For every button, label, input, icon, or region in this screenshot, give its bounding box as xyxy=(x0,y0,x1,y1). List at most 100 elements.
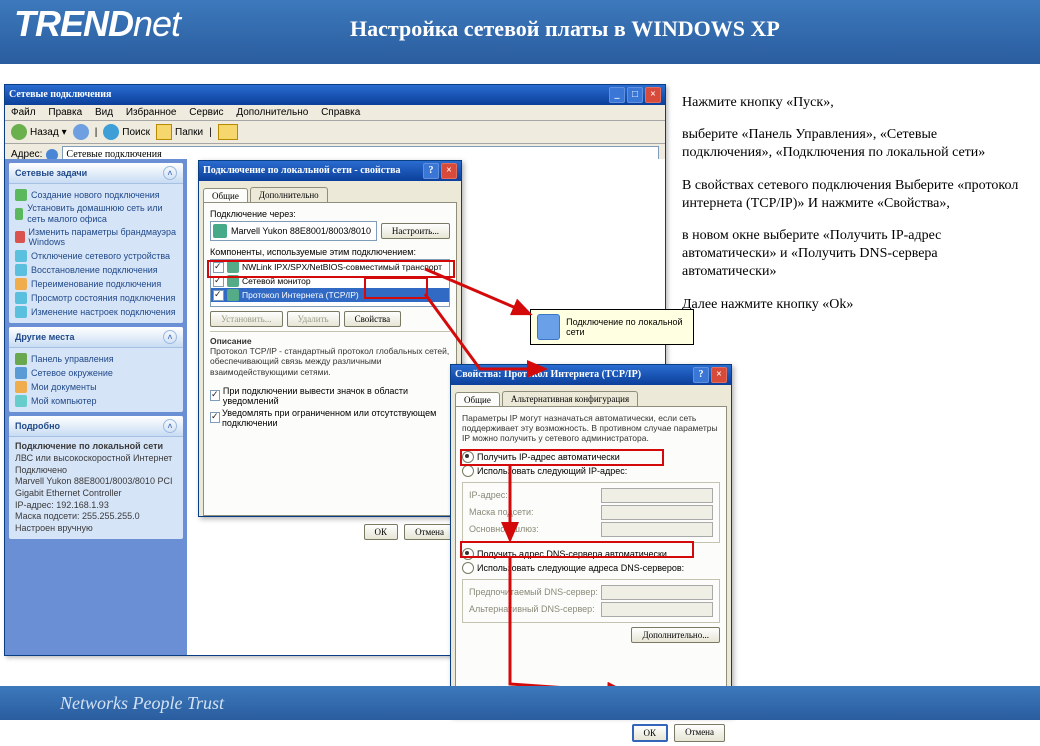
configure-button[interactable]: Настроить... xyxy=(381,223,450,239)
maximize-icon[interactable]: □ xyxy=(627,87,643,103)
manual-ip-radio[interactable]: Использовать следующий IP-адрес: xyxy=(462,464,720,478)
ok-button[interactable]: ОК xyxy=(632,724,669,742)
proto-icon xyxy=(227,275,239,287)
task-label: Изменить параметры брандмауэра Windows xyxy=(29,227,177,249)
menu-item[interactable]: Избранное xyxy=(126,107,177,118)
properties-button[interactable]: Свойства xyxy=(344,311,402,327)
task-link[interactable]: Отключение сетевого устройства xyxy=(15,249,177,263)
desc-text: Протокол TCP/IP - стандартный протокол г… xyxy=(210,346,450,377)
search-button[interactable]: Поиск xyxy=(103,124,150,140)
dialog-titlebar[interactable]: Свойства: Протокол Интернета (TCP/IP) ?× xyxy=(451,365,731,385)
minimize-icon[interactable]: _ xyxy=(609,87,625,103)
list-item[interactable]: NWLink IPX/SPX/NetBIOS-совместимый транс… xyxy=(211,260,449,274)
task-link[interactable]: Просмотр состояния подключения xyxy=(15,291,177,305)
manual-dns-radio[interactable]: Использовать следующие адреса DNS-сервер… xyxy=(462,561,720,575)
radio-icon[interactable] xyxy=(462,548,474,560)
advanced-button[interactable]: Дополнительно... xyxy=(631,627,720,643)
task-link[interactable]: Восстановление подключения xyxy=(15,263,177,277)
menu-item[interactable]: Файл xyxy=(11,107,36,118)
help-icon[interactable]: ? xyxy=(423,163,439,179)
auto-ip-radio[interactable]: Получить IP-адрес автоматически xyxy=(462,450,720,464)
notify-checkbox-row[interactable]: Уведомлять при ограниченном или отсутств… xyxy=(210,407,450,429)
components-list[interactable]: NWLink IPX/SPX/NetBIOS-совместимый транс… xyxy=(210,259,450,307)
list-item[interactable]: Сетевой монитор xyxy=(211,274,449,288)
radio-label: Получить IP-адрес автоматически xyxy=(477,452,620,462)
checkbox-icon[interactable] xyxy=(210,412,220,423)
place-link[interactable]: Сетевое окружение xyxy=(15,366,177,380)
task-icon xyxy=(15,264,27,276)
detail-text: Настроен вручную xyxy=(15,523,93,533)
close-icon[interactable]: × xyxy=(441,163,457,179)
checkbox-icon[interactable] xyxy=(213,290,224,301)
tab-general[interactable]: Общие xyxy=(203,188,248,203)
panel-header[interactable]: Сетевые задачи˄ xyxy=(9,163,183,184)
task-link[interactable]: Изменение настроек подключения xyxy=(15,305,177,319)
panel-header[interactable]: Подробно˄ xyxy=(9,416,183,437)
close-icon[interactable]: × xyxy=(711,367,727,383)
menu-bar[interactable]: Файл Правка Вид Избранное Сервис Дополни… xyxy=(5,105,665,121)
place-link[interactable]: Мои документы xyxy=(15,380,177,394)
field-label: Подключение через: xyxy=(210,209,450,219)
menu-item[interactable]: Правка xyxy=(48,107,82,118)
tab-body: Подключение через: Marvell Yukon 88E8001… xyxy=(203,202,457,516)
tab-general[interactable]: Общие xyxy=(455,392,500,407)
radio-icon[interactable] xyxy=(462,465,474,477)
remove-button[interactable]: Удалить xyxy=(287,311,340,327)
panel-header[interactable]: Другие места˄ xyxy=(9,327,183,348)
tab-altconfig[interactable]: Альтернативная конфигурация xyxy=(502,391,638,406)
proto-icon xyxy=(227,289,239,301)
place-link[interactable]: Мой компьютер xyxy=(15,394,177,408)
task-link[interactable]: Установить домашнюю сеть или сеть малого… xyxy=(15,202,177,226)
back-button[interactable]: Назад ▾ xyxy=(11,124,67,140)
folders-button[interactable]: Папки xyxy=(156,124,203,140)
folder-icon xyxy=(156,124,172,140)
ok-button[interactable]: ОК xyxy=(364,524,399,540)
radio-icon[interactable] xyxy=(462,451,474,463)
instructions-panel: Нажмите кнопку «Пуск», выберите «Панель … xyxy=(682,94,1030,328)
menu-item[interactable]: Сервис xyxy=(189,107,223,118)
tray-checkbox-row[interactable]: При подключении вывести значок в области… xyxy=(210,385,450,407)
tab-strip: Общие Альтернативная конфигурация xyxy=(451,385,731,406)
auto-dns-radio[interactable]: Получить адрес DNS-сервера автоматически xyxy=(462,547,720,561)
menu-item[interactable]: Вид xyxy=(95,107,113,118)
task-icon xyxy=(15,208,23,220)
instr-line: выберите «Панель Управления», «Сетевые п… xyxy=(682,126,1030,162)
slide-footer: Networks People Trust xyxy=(0,686,1040,720)
adapter-display: Marvell Yukon 88E8001/8003/8010 xyxy=(210,221,377,241)
window-title: Сетевые подключения xyxy=(9,85,111,105)
place-link[interactable]: Панель управления xyxy=(15,352,177,366)
tasks-pane: Сетевые задачи˄ Создание нового подключе… xyxy=(5,159,187,655)
list-item-selected[interactable]: Протокол Интернета (TCP/IP) xyxy=(211,288,449,302)
views-icon[interactable] xyxy=(218,124,238,140)
menu-item[interactable]: Справка xyxy=(321,107,360,118)
tab-advanced[interactable]: Дополнительно xyxy=(250,187,328,202)
task-link[interactable]: Изменить параметры брандмауэра Windows xyxy=(15,226,177,250)
close-icon[interactable]: × xyxy=(645,87,661,103)
help-icon[interactable]: ? xyxy=(693,367,709,383)
install-button[interactable]: Установить... xyxy=(210,311,283,327)
explorer-titlebar[interactable]: Сетевые подключения _ □ × xyxy=(5,85,665,105)
dns-fieldset: Предпочитаемый DNS-сервер: Альтернативны… xyxy=(462,579,720,623)
task-link[interactable]: Создание нового подключения xyxy=(15,188,177,202)
radio-icon[interactable] xyxy=(462,562,474,574)
proto-icon xyxy=(227,261,239,273)
slide-header: TRENDnet Настройка сетевой платы в WINDO… xyxy=(0,0,1040,64)
checkbox-icon[interactable] xyxy=(210,390,220,401)
instr-line: Нажмите кнопку «Пуск», xyxy=(682,94,1030,112)
task-link[interactable]: Переименование подключения xyxy=(15,277,177,291)
task-icon xyxy=(15,306,27,318)
chevron-up-icon: ˄ xyxy=(163,330,177,344)
instr-line: Далее нажмите кнопку «Ok» xyxy=(682,296,1030,314)
chevron-up-icon: ˄ xyxy=(163,419,177,433)
checkbox-icon[interactable] xyxy=(213,276,224,287)
stage: Нажмите кнопку «Пуск», выберите «Панель … xyxy=(0,64,1040,686)
checkbox-icon[interactable] xyxy=(213,262,224,273)
cancel-button[interactable]: Отмена xyxy=(674,724,725,742)
cancel-button[interactable]: Отмена xyxy=(404,524,455,540)
forward-button[interactable] xyxy=(73,124,89,140)
panel-body: Подключение по локальной сети ЛВС или вы… xyxy=(9,437,183,539)
panel-title: Сетевые задачи xyxy=(15,168,87,178)
ip-label: Предпочитаемый DNS-сервер: xyxy=(469,587,598,597)
dialog-titlebar[interactable]: Подключение по локальной сети - свойства… xyxy=(199,161,461,181)
menu-item[interactable]: Дополнительно xyxy=(236,107,308,118)
